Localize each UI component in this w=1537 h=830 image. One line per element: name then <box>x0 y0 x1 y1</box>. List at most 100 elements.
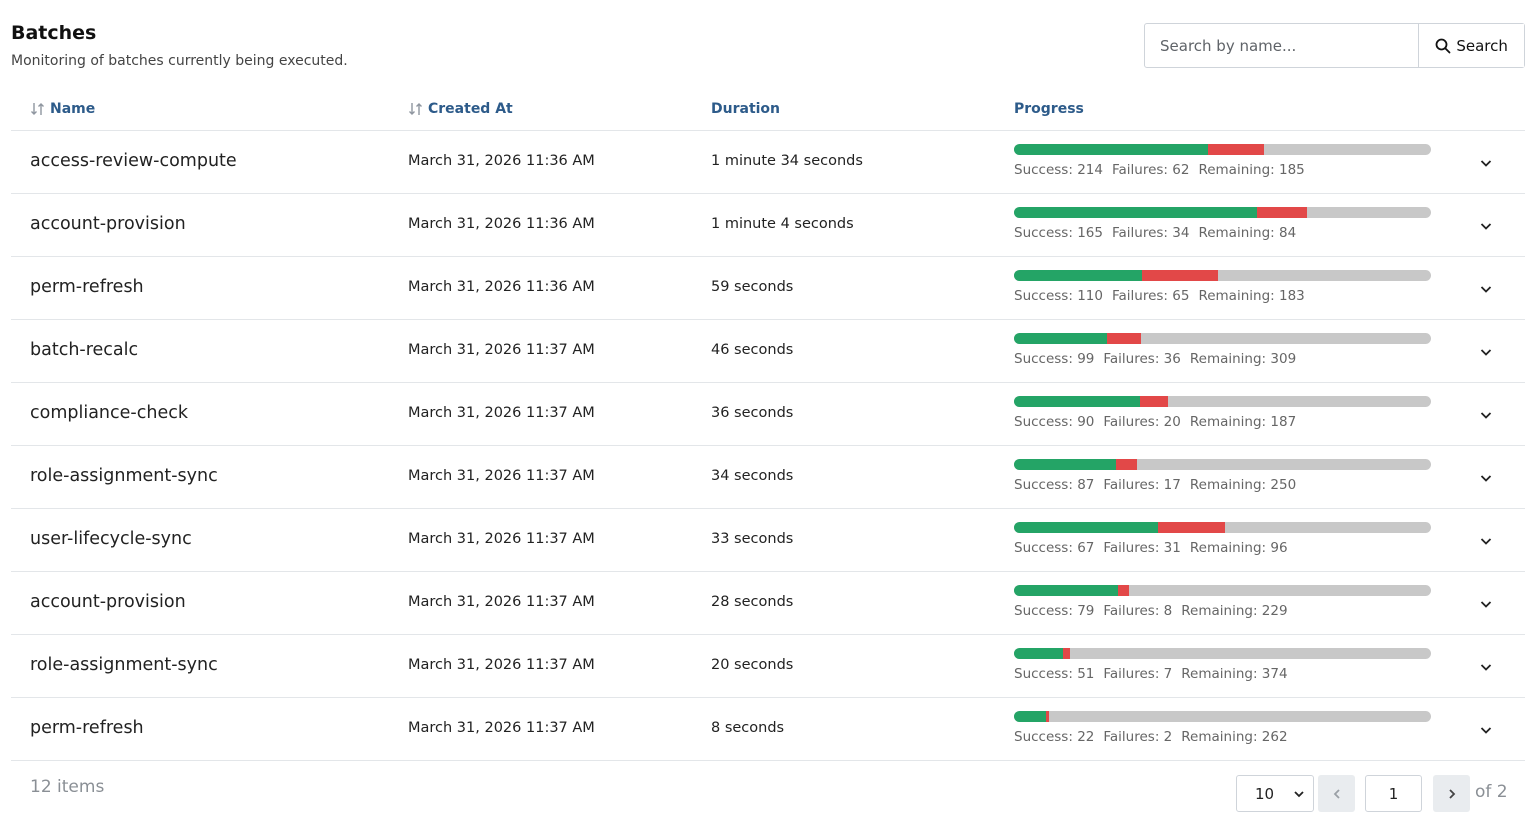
batch-name: user-lifecycle-sync <box>30 529 192 549</box>
remaining-stat-label: Remaining: <box>1181 666 1262 682</box>
duration: 8 seconds <box>711 720 785 736</box>
created-at: March 31, 2026 11:36 AM <box>408 216 595 232</box>
column-header-duration: Duration <box>711 101 780 117</box>
chevron-down-icon[interactable] <box>1478 344 1494 360</box>
duration: 1 minute 4 seconds <box>711 216 854 232</box>
progress-stats: Success: 87 Failures: 17 Remaining: 250 <box>1014 477 1431 493</box>
failures-stat: Failures: 8 <box>1103 603 1172 619</box>
next-page-button[interactable] <box>1433 775 1470 812</box>
created-at: March 31, 2026 11:37 AM <box>408 657 595 673</box>
success-stat: Success: 214 <box>1014 162 1103 178</box>
search-button[interactable]: Search <box>1418 24 1524 67</box>
remaining-stat: Remaining: 185 <box>1198 162 1304 178</box>
failures-count: 34 <box>1172 225 1190 241</box>
chevron-down-icon[interactable] <box>1478 596 1494 612</box>
failures-stat: Failures: 62 <box>1112 162 1189 178</box>
progress: Success: 165 Failures: 34 Remaining: 84 <box>1014 207 1431 241</box>
progress-bar-success <box>1014 144 1208 155</box>
chevron-left-icon <box>1333 788 1340 799</box>
column-header-progress-label: Progress <box>1014 101 1084 117</box>
remaining-count: 187 <box>1270 414 1297 430</box>
success-stat-label: Success: <box>1014 414 1078 430</box>
chevron-down-icon[interactable] <box>1478 218 1494 234</box>
search-button-label: Search <box>1456 36 1508 55</box>
table-row[interactable]: compliance-check March 31, 2026 11:37 AM… <box>11 383 1525 446</box>
success-count: 51 <box>1077 666 1095 682</box>
progress-bar-success <box>1014 333 1107 344</box>
failures-stat: Failures: 20 <box>1103 414 1180 430</box>
search-box: Search <box>1144 23 1525 68</box>
remaining-stat-label: Remaining: <box>1189 351 1271 367</box>
table-row[interactable]: access-review-compute March 31, 2026 11:… <box>11 131 1525 194</box>
progress-stats: Success: 165 Failures: 34 Remaining: 84 <box>1014 225 1431 241</box>
progress-bar-success <box>1014 648 1064 659</box>
progress-bar-failures <box>1142 270 1218 281</box>
table-row[interactable]: perm-refresh March 31, 2026 11:37 AM 8 s… <box>11 698 1525 761</box>
table-row[interactable]: account-provision March 31, 2026 11:36 A… <box>11 194 1525 257</box>
success-stat: Success: 67 <box>1014 540 1094 556</box>
created-at: March 31, 2026 11:36 AM <box>408 279 595 295</box>
failures-stat: Failures: 7 <box>1103 666 1172 682</box>
remaining-stat-label: Remaining: <box>1181 603 1262 619</box>
table-row[interactable]: batch-recalc March 31, 2026 11:37 AM 46 … <box>11 320 1525 383</box>
progress-bar-failures <box>1046 711 1049 722</box>
failures-stat-label: Failures: <box>1103 729 1164 745</box>
success-stat-label: Success: <box>1014 162 1078 178</box>
failures-stat: Failures: 36 <box>1103 351 1180 367</box>
table-row[interactable]: role-assignment-sync March 31, 2026 11:3… <box>11 446 1525 509</box>
search-input[interactable] <box>1145 24 1419 67</box>
column-header-name-label: Name <box>50 101 96 117</box>
failures-stat: Failures: 31 <box>1103 540 1180 556</box>
table-row[interactable]: role-assignment-sync March 31, 2026 11:3… <box>11 635 1525 698</box>
column-header-name[interactable]: Name <box>30 101 95 117</box>
remaining-stat: Remaining: 262 <box>1181 729 1287 745</box>
duration: 20 seconds <box>711 657 794 673</box>
table-header: Name Created At Duration Progress <box>11 88 1525 131</box>
table-row[interactable]: account-provision March 31, 2026 11:37 A… <box>11 572 1525 635</box>
chevron-down-icon[interactable] <box>1478 659 1494 675</box>
progress-stats: Success: 99 Failures: 36 Remaining: 309 <box>1014 351 1431 367</box>
column-header-created-at-label: Created At <box>428 101 513 117</box>
page-size-select[interactable]: 10 <box>1236 775 1314 812</box>
table-body: access-review-compute March 31, 2026 11:… <box>11 131 1525 761</box>
page-title: Batches <box>11 22 97 44</box>
duration: 28 seconds <box>711 594 794 610</box>
failures-count: 20 <box>1163 414 1181 430</box>
success-stat: Success: 79 <box>1014 603 1094 619</box>
progress-bar-failures <box>1207 144 1264 155</box>
chevron-down-icon[interactable] <box>1478 470 1494 486</box>
failures-stat-label: Failures: <box>1111 162 1173 178</box>
created-at: March 31, 2026 11:37 AM <box>408 594 595 610</box>
search-icon <box>1435 38 1451 53</box>
chevron-down-icon[interactable] <box>1478 533 1494 549</box>
created-at: March 31, 2026 11:36 AM <box>408 153 595 169</box>
failures-stat-label: Failures: <box>1111 288 1173 304</box>
chevron-down-icon[interactable] <box>1478 281 1494 297</box>
progress-stats: Success: 79 Failures: 8 Remaining: 229 <box>1014 603 1431 619</box>
progress-bar-success <box>1014 207 1258 218</box>
progress-bar-success <box>1014 396 1141 407</box>
progress-bar <box>1014 648 1431 659</box>
remaining-stat-label: Remaining: <box>1181 729 1262 745</box>
success-count: 87 <box>1077 477 1095 493</box>
chevron-down-icon[interactable] <box>1478 722 1494 738</box>
chevron-down-icon[interactable] <box>1478 407 1494 423</box>
progress-bar-failures <box>1063 648 1070 659</box>
progress-bar-success <box>1014 270 1143 281</box>
success-count: 110 <box>1077 288 1103 304</box>
remaining-count: 309 <box>1270 351 1297 367</box>
success-stat-label: Success: <box>1014 288 1078 304</box>
remaining-stat: Remaining: 229 <box>1181 603 1287 619</box>
page-number-input[interactable] <box>1365 775 1422 812</box>
table-row[interactable]: user-lifecycle-sync March 31, 2026 11:37… <box>11 509 1525 572</box>
table-row[interactable]: perm-refresh March 31, 2026 11:36 AM 59 … <box>11 257 1525 320</box>
remaining-count: 374 <box>1261 666 1288 682</box>
batch-name: access-review-compute <box>30 151 237 171</box>
column-header-created-at[interactable]: Created At <box>408 101 513 117</box>
batch-name: role-assignment-sync <box>30 466 218 486</box>
chevron-down-icon[interactable] <box>1478 155 1494 171</box>
success-stat-label: Success: <box>1014 729 1078 745</box>
batch-name: perm-refresh <box>30 277 144 297</box>
sort-icon <box>409 103 422 115</box>
previous-page-button[interactable] <box>1318 775 1355 812</box>
